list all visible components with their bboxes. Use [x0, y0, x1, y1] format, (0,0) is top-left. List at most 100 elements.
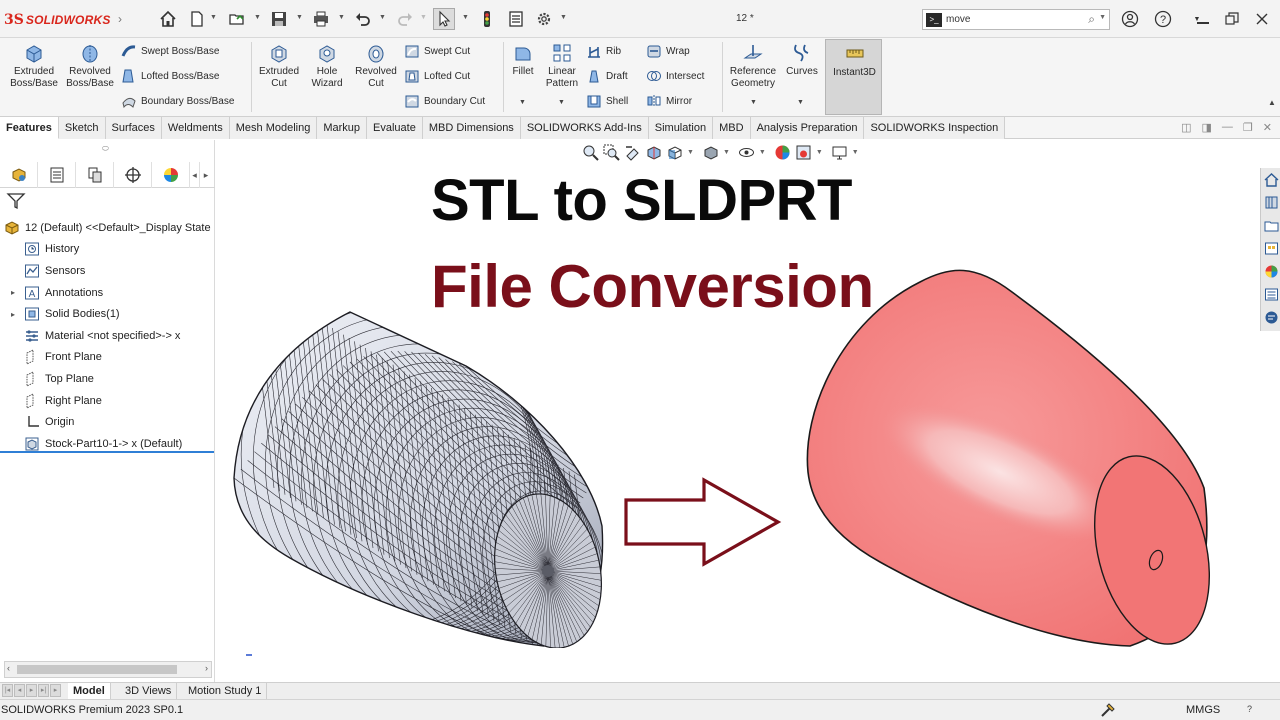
more-tabs-icon[interactable]: ▸: [50, 684, 61, 697]
configuration-manager-tab[interactable]: [76, 162, 114, 188]
intersect-button[interactable]: Intersect: [646, 66, 704, 86]
solidworks-forum-tab[interactable]: [1261, 306, 1280, 329]
pattern-dropdown-icon[interactable]: ▼: [558, 99, 565, 106]
quick-tips-help[interactable]: ?: [1247, 704, 1252, 714]
view-orientation-icon[interactable]: [666, 144, 683, 161]
unit-system[interactable]: MMGS: [1186, 704, 1220, 716]
dimxpert-manager-tab[interactable]: [114, 162, 152, 188]
feature-manager-tab[interactable]: [0, 162, 38, 188]
first-tab-icon[interactable]: |◂: [2, 684, 13, 697]
reference-geometry-dropdown-icon[interactable]: ▼: [750, 99, 757, 106]
linear-pattern-button[interactable]: Linear Pattern: [542, 42, 582, 90]
home-icon[interactable]: [157, 8, 179, 30]
rib-button[interactable]: Rib: [586, 41, 621, 61]
tree-item-sensors[interactable]: Sensors: [0, 260, 215, 282]
swept-boss-button[interactable]: Swept Boss/Base: [121, 41, 219, 61]
fillet-dropdown-icon[interactable]: ▼: [519, 99, 526, 106]
collapse-ribbon-icon[interactable]: ▲: [1268, 98, 1276, 107]
expand-arrow-icon[interactable]: ▸: [8, 310, 18, 319]
tab-simulation[interactable]: Simulation: [648, 117, 714, 139]
fillet-button[interactable]: Fillet: [507, 42, 539, 78]
save-icon[interactable]: [268, 8, 290, 30]
undo-dropdown-icon[interactable]: ▼: [379, 14, 387, 24]
tree-item-top-plane[interactable]: Top Plane: [0, 368, 215, 390]
scroll-right-icon[interactable]: ›: [205, 663, 208, 673]
section-view-icon[interactable]: [645, 144, 662, 161]
restore-icon[interactable]: [1222, 10, 1242, 28]
tree-item-front-plane[interactable]: Front Plane: [0, 347, 215, 369]
draft-button[interactable]: Draft: [586, 66, 628, 86]
zoom-to-area-icon[interactable]: [603, 144, 620, 161]
new-dropdown-icon[interactable]: ▼: [210, 14, 218, 24]
zoom-to-fit-icon[interactable]: [582, 144, 599, 161]
solidworks-logo[interactable]: 3S SOLIDWORKS: [4, 10, 111, 30]
appearances-tab[interactable]: [1261, 260, 1280, 283]
minimize-icon[interactable]: [1193, 10, 1213, 28]
view-orientation-dropdown-icon[interactable]: ▼: [687, 149, 694, 156]
rollback-bar[interactable]: [0, 451, 214, 453]
tab-surfaces[interactable]: Surfaces: [105, 117, 162, 139]
swept-cut-button[interactable]: Swept Cut: [404, 41, 470, 61]
lofted-cut-button[interactable]: Lofted Cut: [404, 66, 470, 86]
tab-mbd-dimensions[interactable]: MBD Dimensions: [422, 117, 521, 139]
tree-root-part[interactable]: 12 (Default) <<Default>_Display State: [0, 217, 215, 239]
view-settings-icon[interactable]: [831, 144, 848, 161]
tab-3d-views[interactable]: 3D Views: [120, 683, 178, 700]
file-properties-icon[interactable]: [505, 8, 527, 30]
view-palette-tab[interactable]: [1261, 237, 1280, 260]
curves-dropdown-icon[interactable]: ▼: [797, 99, 804, 106]
tabs-scroll-left-icon[interactable]: ◂: [190, 162, 200, 188]
close-viewport-icon[interactable]: ✕: [1263, 121, 1272, 134]
lofted-boss-button[interactable]: Lofted Boss/Base: [121, 66, 219, 86]
revolved-boss-button[interactable]: Revolved Boss/Base: [62, 42, 118, 90]
tab-weldments[interactable]: Weldments: [161, 117, 230, 139]
tree-item-history[interactable]: History: [0, 239, 215, 261]
help-icon[interactable]: ?: [1153, 10, 1173, 28]
tab-motion-study-1[interactable]: Motion Study 1: [183, 683, 268, 700]
extruded-cut-button[interactable]: Extruded Cut: [254, 42, 304, 90]
file-explorer-tab[interactable]: [1261, 214, 1280, 237]
tree-item-annotations[interactable]: ▸ A Annotations: [0, 282, 215, 304]
instant3d-button[interactable]: Instant3D: [825, 39, 882, 115]
search-icon[interactable]: ⌕: [1088, 12, 1095, 27]
rebuild-status-icon[interactable]: [1100, 702, 1116, 718]
reference-geometry-button[interactable]: Reference Geometry: [725, 42, 781, 90]
undo-icon[interactable]: [352, 8, 374, 30]
redo-icon[interactable]: [394, 8, 416, 30]
tree-item-solid-bodies[interactable]: ▸ Solid Bodies(1): [0, 303, 215, 325]
tab-features[interactable]: Features: [0, 117, 59, 139]
new-document-icon[interactable]: [186, 8, 208, 30]
shell-button[interactable]: Shell: [586, 91, 628, 111]
open-folder-icon[interactable]: [226, 8, 248, 30]
search-commands-box[interactable]: >_ ⌕ ▼: [922, 9, 1110, 30]
tree-item-material[interactable]: Material <not specified>-> x: [0, 325, 215, 347]
print-dropdown-icon[interactable]: ▼: [338, 14, 346, 24]
custom-properties-tab[interactable]: [1261, 283, 1280, 306]
tab-mesh-modeling[interactable]: Mesh Modeling: [229, 117, 318, 139]
open-dropdown-icon[interactable]: ▼: [254, 14, 262, 24]
traffic-light-icon[interactable]: [476, 8, 498, 30]
tab-solidworks-inspection[interactable]: SOLIDWORKS Inspection: [864, 117, 1006, 139]
gear-icon[interactable]: [533, 8, 555, 30]
mirror-button[interactable]: Mirror: [646, 91, 692, 111]
logo-menu-chevron-icon[interactable]: ›: [118, 12, 122, 26]
revolved-cut-button[interactable]: Revolved Cut: [350, 42, 402, 90]
sldprt-solid-model[interactable]: [800, 262, 1220, 654]
panel-right-icon[interactable]: ◨: [1202, 121, 1212, 134]
search-dropdown-icon[interactable]: ▼: [1099, 14, 1106, 21]
next-tab-icon[interactable]: ▸: [26, 684, 37, 697]
hide-show-items-icon[interactable]: [738, 144, 755, 161]
save-dropdown-icon[interactable]: ▼: [296, 14, 304, 24]
user-account-icon[interactable]: [1120, 10, 1140, 28]
select-arrow-icon[interactable]: [433, 8, 455, 30]
panel-left-icon[interactable]: ◫: [1181, 121, 1191, 134]
search-input[interactable]: [946, 14, 1066, 25]
display-style-icon[interactable]: [702, 144, 719, 161]
extruded-boss-button[interactable]: Extruded Boss/Base: [6, 42, 62, 90]
curves-button[interactable]: Curves: [783, 42, 821, 78]
minimize-viewport-icon[interactable]: —: [1222, 121, 1233, 134]
last-tab-icon[interactable]: ▸|: [38, 684, 49, 697]
tabs-scroll-right-icon[interactable]: ▸: [200, 162, 212, 188]
boundary-cut-button[interactable]: Boundary Cut: [404, 91, 485, 111]
tab-sketch[interactable]: Sketch: [58, 117, 106, 139]
